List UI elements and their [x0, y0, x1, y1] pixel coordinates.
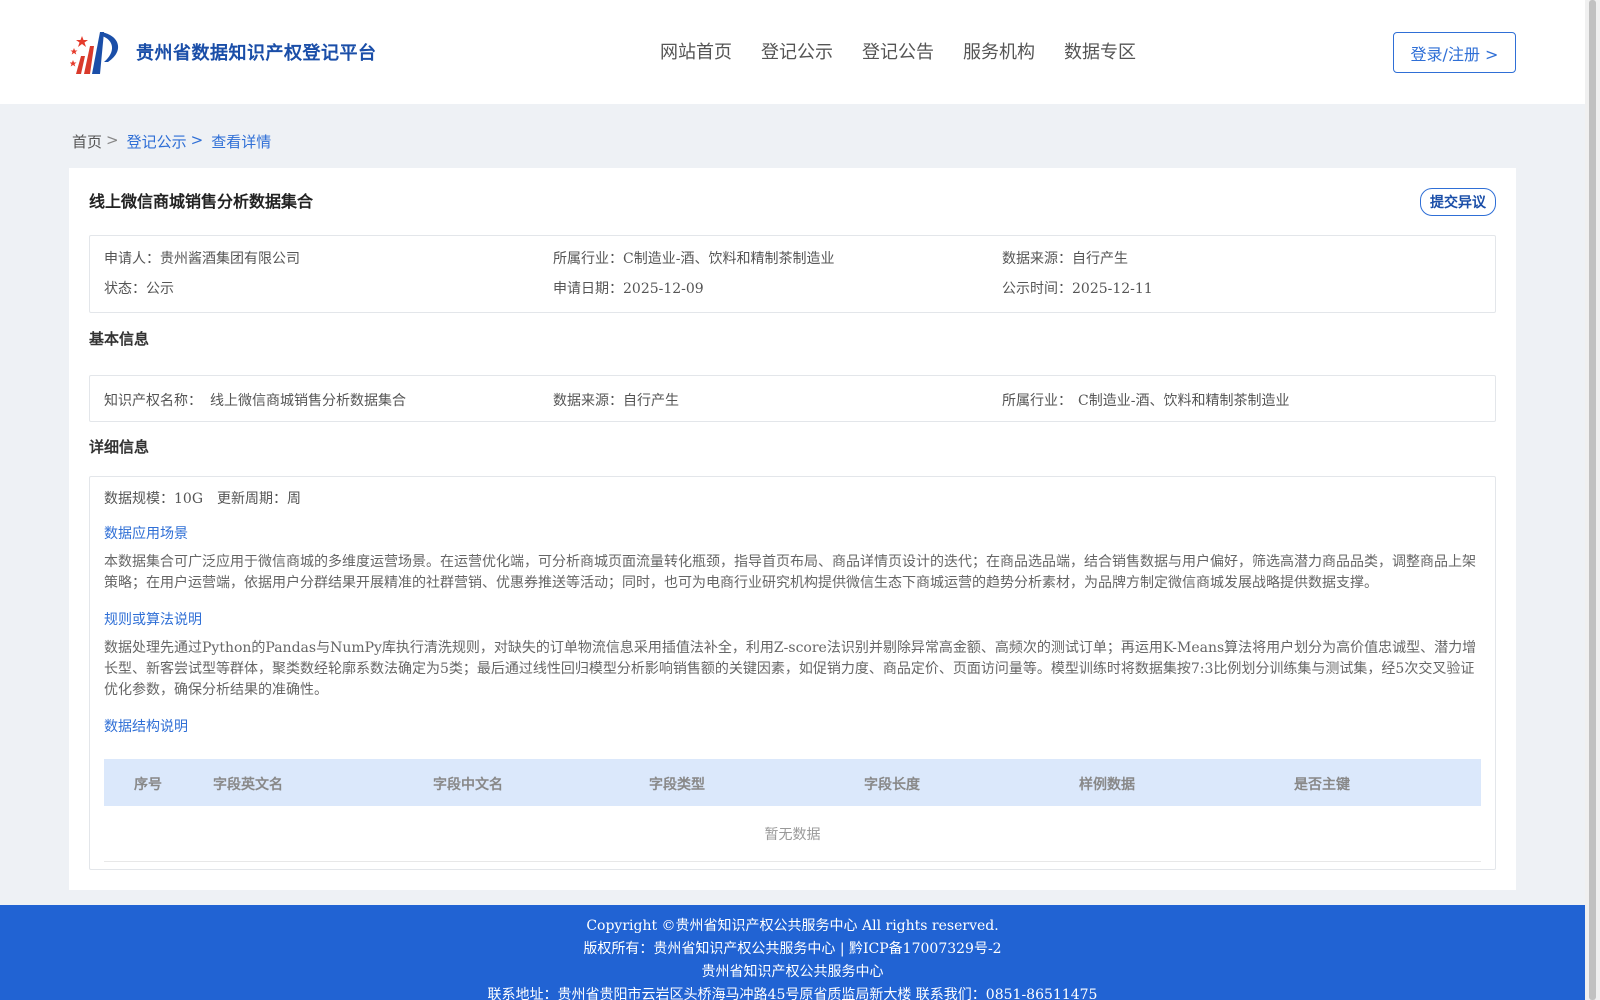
data-scale-label: 数据规模：	[104, 491, 174, 507]
column-header-index: 序号	[134, 777, 162, 793]
applicant-value: 贵州酱酒集团有限公司	[160, 251, 300, 267]
apply-date-value: 2025-12-09	[623, 281, 704, 297]
data-scale-value: 10G	[174, 491, 203, 507]
table-empty-state: 暂无数据	[104, 806, 1481, 862]
page-title: 线上微信商城销售分析数据集合	[89, 192, 314, 211]
nav-item-registration-announcement[interactable]: 登记公告	[862, 38, 934, 64]
publish-time-value: 2025-12-11	[1072, 281, 1153, 297]
site-title: 贵州省数据知识产权登记平台	[136, 43, 377, 64]
scrollbar-thumb[interactable]	[1589, 0, 1596, 1000]
footer-copyright: Copyright ©贵州省知识产权公共服务中心 All rights rese…	[586, 918, 999, 934]
algorithm-text: 数据处理先通过Python的Pandas与NumPy库执行清洗规则，对缺失的订单…	[104, 640, 1477, 698]
basic-data-source-field: 数据来源：自行产生	[553, 390, 679, 410]
industry-value: C制造业-酒、饮料和精制茶制造业	[623, 251, 835, 267]
breadcrumb-separator: >	[190, 131, 204, 149]
footer-organization: 贵州省知识产权公共服务中心	[701, 964, 884, 980]
basic-industry-value: C制造业-酒、饮料和精制茶制造业	[1078, 393, 1290, 409]
logo-icon	[70, 32, 119, 74]
breadcrumb-separator: >	[106, 131, 119, 149]
data-source-field: 数据来源：自行产生	[1002, 248, 1128, 268]
data-source-value: 自行产生	[1072, 251, 1128, 267]
detail-info-heading: 详细信息	[89, 438, 150, 456]
nav-item-data-zone[interactable]: 数据专区	[1064, 38, 1136, 64]
breadcrumb-registration-publicity[interactable]: 登记公示	[127, 131, 187, 152]
status-label: 状态：	[104, 281, 146, 297]
industry-field: 所属行业：C制造业-酒、饮料和精制茶制造业	[553, 248, 834, 268]
status-field: 状态：公示	[104, 278, 174, 298]
application-scenario-text: 本数据集合可广泛应用于微信商城的多维度运营场景。在运营优化端，可分析商城页面流量…	[104, 554, 1476, 591]
column-header-sample-data: 样例数据	[1079, 777, 1135, 793]
footer-contact: 联系地址：贵州省贵阳市云岩区头桥海马冲路45号原省质监局新大楼 联系我们：085…	[487, 987, 1098, 1000]
basic-industry-field: 所属行业： C制造业-酒、饮料和精制茶制造业	[1002, 390, 1289, 410]
breadcrumb: 首页 > 登记公示 > 查看详情	[72, 131, 271, 152]
nav-item-service-agencies[interactable]: 服务机构	[963, 38, 1035, 64]
login-register-button[interactable]: 登录/注册 >	[1393, 32, 1516, 73]
column-header-field-length: 字段长度	[864, 777, 920, 793]
breadcrumb-home[interactable]: 首页	[72, 131, 102, 152]
nav-item-home[interactable]: 网站首页	[660, 38, 732, 64]
applicant-label: 申请人：	[104, 251, 160, 267]
site-logo[interactable]: 贵州省数据知识产权登记平台	[70, 26, 377, 78]
apply-date-label: 申请日期：	[553, 281, 623, 297]
data-source-label: 数据来源：	[1002, 251, 1072, 267]
data-structure-heading: 数据结构说明	[104, 719, 188, 735]
detail-card: 线上微信商城销售分析数据集合 提交异议 申请人：贵州酱酒集团有限公司 所属行业：…	[69, 168, 1516, 890]
data-scale-field: 数据规模：10G	[104, 488, 203, 508]
status-value: 公示	[146, 281, 174, 297]
application-scenario-heading: 数据应用场景	[104, 526, 188, 542]
ip-name-value: 线上微信商城销售分析数据集合	[210, 393, 406, 409]
summary-panel: 申请人：贵州酱酒集团有限公司 所属行业：C制造业-酒、饮料和精制茶制造业 数据来…	[89, 235, 1496, 313]
ip-name-label: 知识产权名称：	[104, 393, 202, 409]
submit-objection-button[interactable]: 提交异议	[1420, 188, 1496, 216]
ip-name-field: 知识产权名称： 线上微信商城销售分析数据集合	[104, 390, 406, 410]
basic-info-heading: 基本信息	[89, 330, 150, 348]
industry-label: 所属行业：	[553, 251, 623, 267]
publish-time-field: 公示时间：2025-12-11	[1002, 278, 1153, 298]
publish-time-label: 公示时间：	[1002, 281, 1072, 297]
basic-data-source-value: 自行产生	[623, 393, 679, 409]
detail-info-panel: 数据规模：10G 更新周期：周 数据应用场景 本数据集合可广泛应用于微信商城的多…	[89, 476, 1496, 870]
main-nav: 网站首页 登记公示 登记公告 服务机构 数据专区	[660, 38, 1165, 64]
column-header-field-english-name: 字段英文名	[213, 777, 283, 793]
nav-item-registration-publicity[interactable]: 登记公示	[761, 38, 833, 64]
table-header-row: 序号 字段英文名 字段中文名 字段类型 字段长度 样例数据 是否主键	[104, 759, 1481, 806]
column-header-field-type: 字段类型	[649, 777, 705, 793]
page-scrollbar[interactable]	[1585, 0, 1600, 1000]
basic-data-source-label: 数据来源：	[553, 393, 623, 409]
basic-info-panel: 知识产权名称： 线上微信商城销售分析数据集合 数据来源：自行产生 所属行业： C制造…	[89, 375, 1496, 422]
basic-industry-label: 所属行业：	[1002, 393, 1072, 409]
site-footer: Copyright ©贵州省知识产权公共服务中心 All rights rese…	[0, 905, 1585, 1000]
update-cycle-label: 更新周期：	[217, 491, 287, 507]
column-header-primary-key: 是否主键	[1294, 777, 1350, 793]
algorithm-heading: 规则或算法说明	[104, 612, 202, 628]
footer-owner: 版权所有：贵州省知识产权公共服务中心 | 黔ICP备17007329号-2	[583, 941, 1002, 957]
column-header-field-chinese-name: 字段中文名	[433, 777, 503, 793]
applicant-field: 申请人：贵州酱酒集团有限公司	[104, 248, 300, 268]
site-header: 贵州省数据知识产权登记平台 网站首页 登记公示 登记公告 服务机构 数据专区 登…	[0, 0, 1585, 104]
apply-date-field: 申请日期：2025-12-09	[553, 278, 704, 298]
update-cycle-value: 周	[287, 491, 301, 507]
breadcrumb-view-details: 查看详情	[211, 133, 272, 151]
update-cycle-field: 更新周期：周	[217, 488, 301, 508]
